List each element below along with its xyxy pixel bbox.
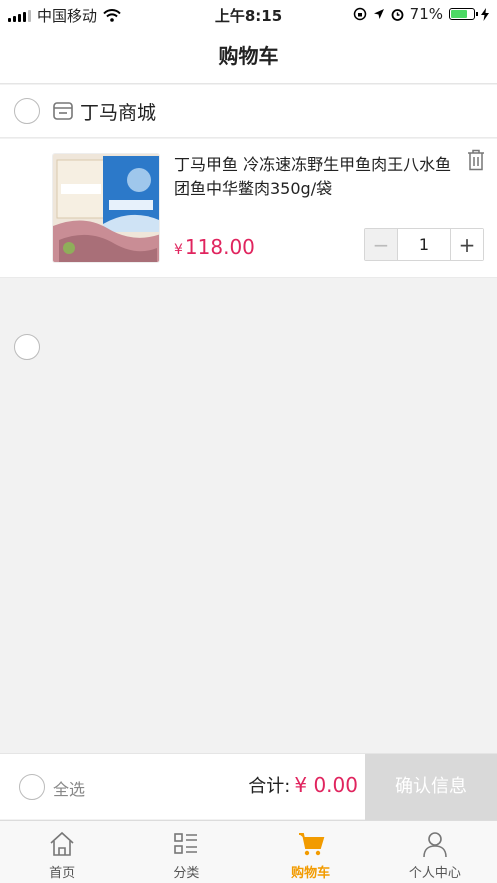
tab-category-label: 分类 [173, 866, 200, 881]
quantity-value[interactable]: 1 [398, 229, 450, 260]
cart-icon [298, 833, 324, 856]
tab-home[interactable]: 首页 [0, 821, 124, 883]
confirm-button[interactable]: 确认信息 [365, 754, 497, 820]
tab-cart-label: 购物车 [291, 866, 331, 881]
category-icon [174, 833, 198, 854]
select-all-label[interactable]: 全选 [53, 776, 85, 800]
decrease-button[interactable]: − [365, 229, 398, 260]
battery-percent: 71% [409, 5, 443, 23]
alarm-icon [391, 8, 404, 21]
tab-home-label: 首页 [49, 866, 76, 881]
rotation-lock-icon [353, 7, 366, 21]
status-bar: 中国移动 上午8:15 71% [0, 0, 497, 28]
shop-header: 丁马商城 [0, 85, 497, 138]
tab-bar: 首页 分类 购物车 个人中心 [0, 820, 497, 883]
quantity-stepper: − 1 + [364, 228, 484, 261]
total-amount: ¥ 0.00 [294, 773, 358, 797]
cart-item: 丁马甲鱼 冷冻速冻野生甲鱼肉王八水鱼团鱼中华鳖肉350g/袋 ¥118.00 −… [0, 139, 497, 360]
trash-icon[interactable] [467, 149, 485, 171]
battery-icon [449, 8, 478, 20]
user-icon [423, 832, 447, 858]
shop-name[interactable]: 丁马商城 [80, 98, 156, 125]
checkout-bar: 全选 合计: ¥ 0.00 确认信息 [0, 753, 497, 820]
shop-select-radio[interactable] [14, 98, 40, 124]
select-all-radio[interactable] [19, 774, 45, 800]
tab-cart[interactable]: 购物车 [249, 821, 373, 883]
home-icon [50, 831, 74, 856]
product-price: ¥118.00 [174, 235, 255, 259]
tab-profile[interactable]: 个人中心 [373, 821, 497, 883]
currency-symbol: ¥ [174, 242, 183, 258]
product-image[interactable] [52, 153, 160, 263]
location-icon [373, 9, 384, 19]
charging-icon [481, 7, 489, 21]
total: 合计: ¥ 0.00 [248, 772, 358, 798]
price-value: 118.00 [184, 235, 255, 259]
page-title: 购物车 [0, 28, 497, 84]
tab-category[interactable]: 分类 [124, 821, 248, 883]
tab-profile-label: 个人中心 [408, 866, 461, 881]
total-label: 合计: [248, 776, 291, 797]
product-title[interactable]: 丁马甲鱼 冷冻速冻野生甲鱼肉王八水鱼团鱼中华鳖肉350g/袋 [174, 153, 464, 201]
increase-button[interactable]: + [450, 229, 483, 260]
item-select-radio[interactable] [14, 334, 40, 360]
shop-icon [53, 102, 73, 120]
